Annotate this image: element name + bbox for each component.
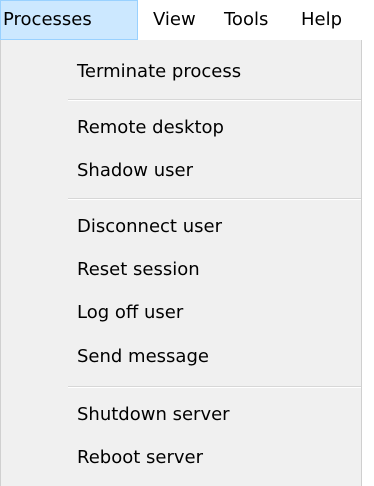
menu-processes[interactable]: Processes [0, 0, 138, 40]
menu-item-disconnect-user[interactable]: Disconnect user [77, 209, 222, 245]
menu-item-remote-desktop[interactable]: Remote desktop [77, 110, 224, 146]
menu-bar: Processes View Tools Help [0, 0, 374, 40]
menu-item-reset-session[interactable]: Reset session [77, 252, 200, 288]
processes-dropdown-menu: Terminate process Remote desktop Shadow … [0, 40, 362, 486]
menu-item-send-message[interactable]: Send message [77, 339, 209, 375]
app-window: Processes View Tools Help Terminate proc… [0, 0, 374, 486]
menu-help[interactable]: Help [301, 0, 342, 40]
menu-separator [68, 99, 361, 101]
menu-item-terminate-process[interactable]: Terminate process [77, 54, 241, 90]
menu-item-shutdown-server[interactable]: Shutdown server [77, 397, 230, 433]
menu-separator [68, 198, 361, 200]
menu-item-log-off-user[interactable]: Log off user [77, 295, 183, 331]
menu-item-reboot-server[interactable]: Reboot server [77, 440, 203, 476]
menu-tools[interactable]: Tools [224, 0, 268, 40]
menu-view[interactable]: View [153, 0, 196, 40]
menu-separator [68, 386, 361, 388]
menu-item-shadow-user[interactable]: Shadow user [77, 153, 193, 189]
